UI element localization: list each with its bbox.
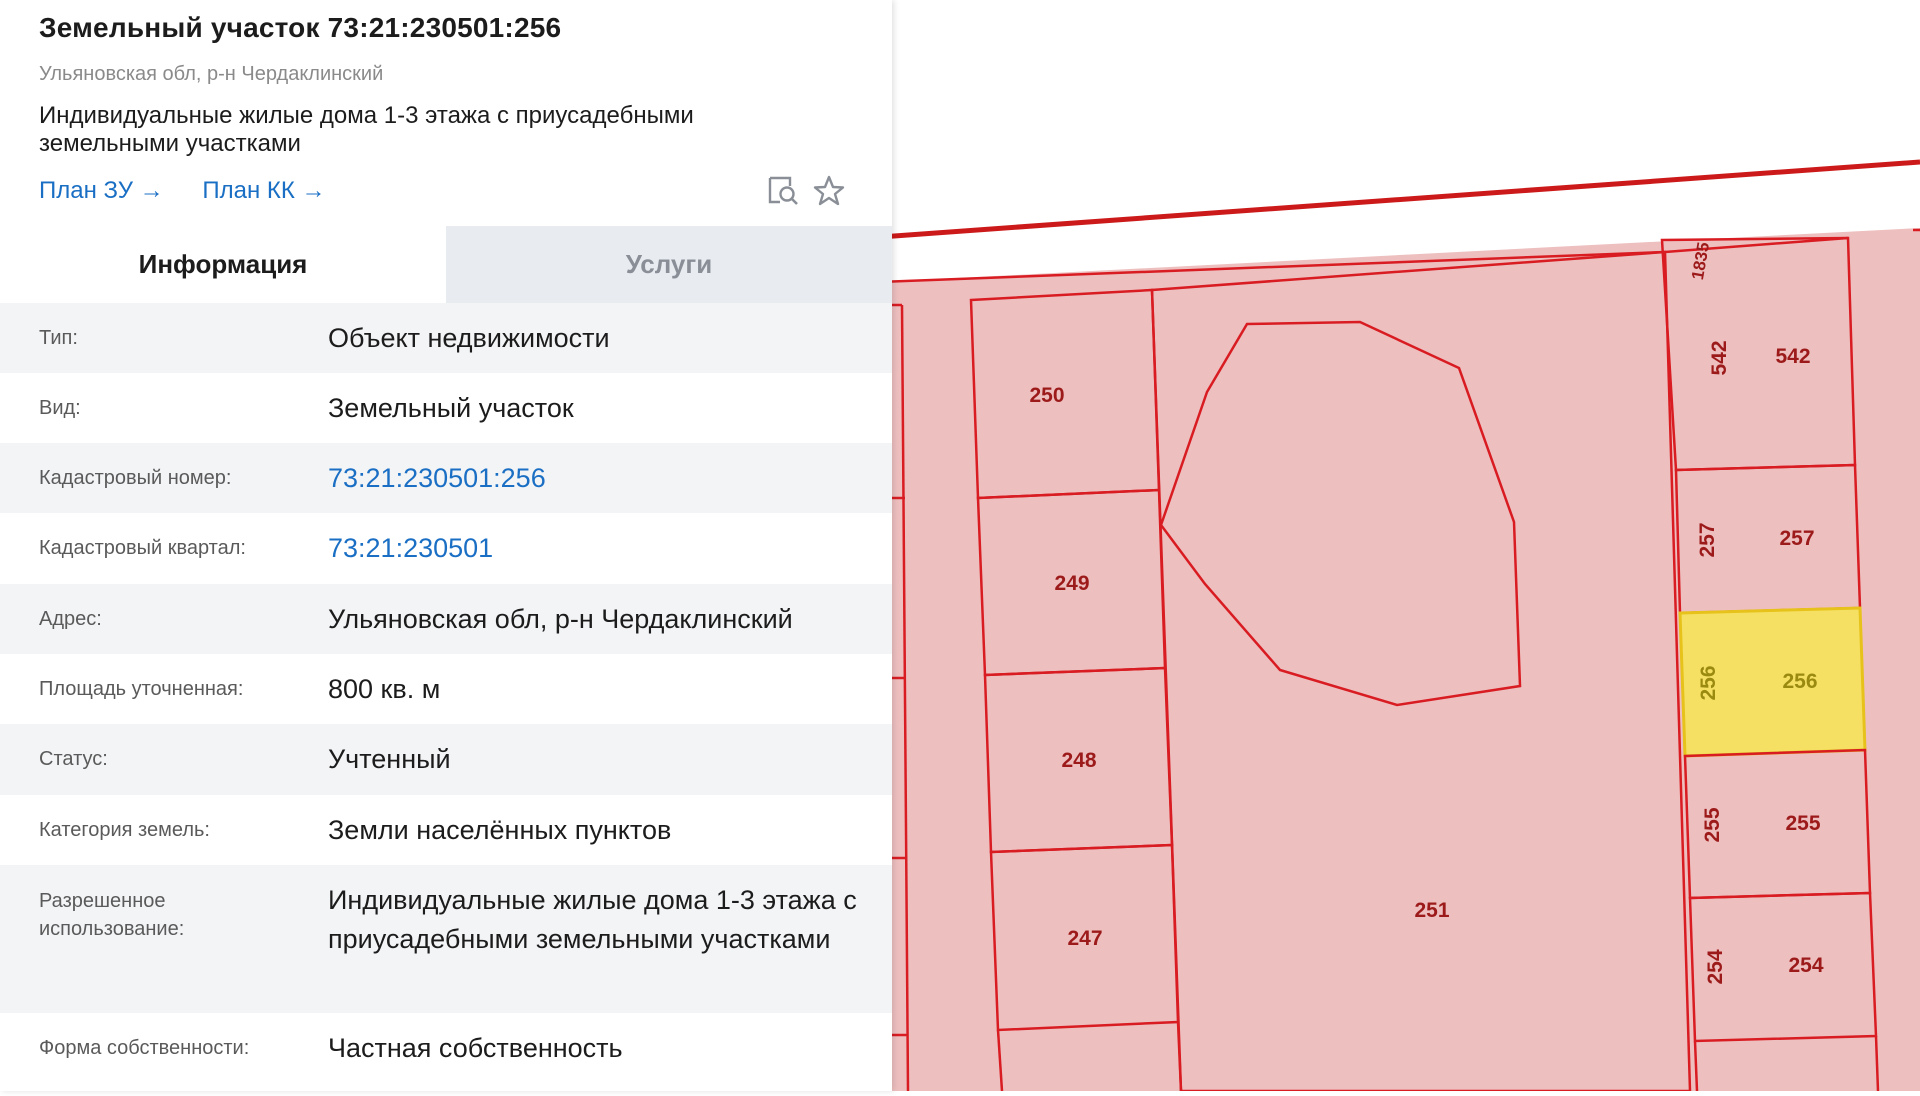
info-row-area: Площадь уточненная: 800 кв. м [0,654,892,724]
parcel-label: 247 [1067,927,1102,950]
plan-zu-link[interactable]: План ЗУ → [39,177,164,204]
parcel-label: 254 [1788,954,1823,977]
parcel-side-label: 256 [1697,665,1720,700]
page-title: Земельный участок 73:21:230501:256 [39,12,562,43]
info-row-permitted-use: Разрешенное использование: Индивидуальны… [0,865,892,1013]
panel-tabs: Информация Услуги [0,226,892,303]
parcel-label: 248 [1061,749,1096,772]
info-label: Разрешенное использование: [39,890,185,940]
info-row-cadastral-block: Кадастровый квартал: 73:21:230501 [0,513,892,584]
info-row-type: Тип: Объект недвижимости [0,303,892,373]
parcel-side-label: 254 [1704,949,1727,984]
info-label: Вид: [39,397,81,419]
parcel-label-selected: 256 [1782,670,1817,693]
cadastral-number-link[interactable]: 73:21:230501:256 [328,459,868,498]
tab-information[interactable]: Информация [0,226,446,303]
parcel-label: 249 [1054,572,1089,595]
parcel-label: 255 [1785,812,1820,835]
panel-header: Земельный участок 73:21:230501:256 Ульян… [0,0,892,226]
info-row-kind: Вид: Земельный участок [0,373,892,443]
info-label: Площадь уточненная: [39,678,244,700]
info-row-ownership: Форма собственности: Частная собственнос… [0,1013,892,1083]
parcel-label: 251 [1414,899,1449,922]
info-row-status: Статус: Учтенный [0,724,892,795]
cadastral-block-link[interactable]: 73:21:230501 [328,529,868,568]
info-label: Адрес: [39,608,102,630]
usage-description: Индивидуальные жилые дома 1-3 этажа с пр… [39,102,694,157]
info-label: Тип: [39,327,78,349]
info-table: Тип: Объект недвижимости Вид: Земельный … [0,303,892,1083]
road-boundary-line [879,159,1920,240]
plan-kk-link[interactable]: План КК → [202,177,325,204]
info-row-address: Адрес: Ульяновская обл, р-н Чердаклински… [0,584,892,654]
info-label: Кадастровый квартал: [39,537,246,559]
tab-services[interactable]: Услуги [446,226,892,303]
info-label: Категория земель: [39,819,210,841]
parcel-label: 250 [1029,384,1064,407]
plan-zu-label: План ЗУ [39,177,133,204]
info-value: Земли населённых пунктов [328,815,672,845]
info-value: Земельный участок [328,393,574,423]
info-label: Кадастровый номер: [39,467,232,489]
parcel-side-label: 542 [1708,340,1731,375]
parcel-side-label: 255 [1701,807,1724,842]
info-value: Индивидуальные жилые дома 1-3 этажа с пр… [328,885,857,954]
info-value: Частная собственность [328,1033,623,1063]
star-icon[interactable] [810,172,848,210]
parcel-label: 257 [1779,527,1814,550]
arrow-right-icon: → [301,177,326,204]
parcel-side-label: 257 [1696,522,1719,557]
location-subtitle: Ульяновская обл, р-н Чердаклинский [39,63,384,85]
arrow-right-icon: → [139,177,164,204]
header-tools [764,172,852,215]
info-value: Объект недвижимости [328,323,610,353]
plan-kk-label: План КК [202,177,295,204]
info-label: Статус: [39,748,108,770]
info-row-cadastral-number: Кадастровый номер: 73:21:230501:256 [0,443,892,513]
parcel-label: 542 [1775,345,1810,368]
info-value: Учтенный [328,744,451,774]
plan-links: План ЗУ → План КК → [39,177,358,205]
info-value: Ульяновская обл, р-н Чердаклинский [328,604,793,634]
info-row-category: Категория земель: Земли населённых пункт… [0,795,892,865]
search-document-icon[interactable] [764,172,802,210]
info-panel: Земельный участок 73:21:230501:256 Ульян… [0,0,892,1091]
info-label: Форма собственности: [39,1037,250,1059]
info-value: 800 кв. м [328,674,441,704]
